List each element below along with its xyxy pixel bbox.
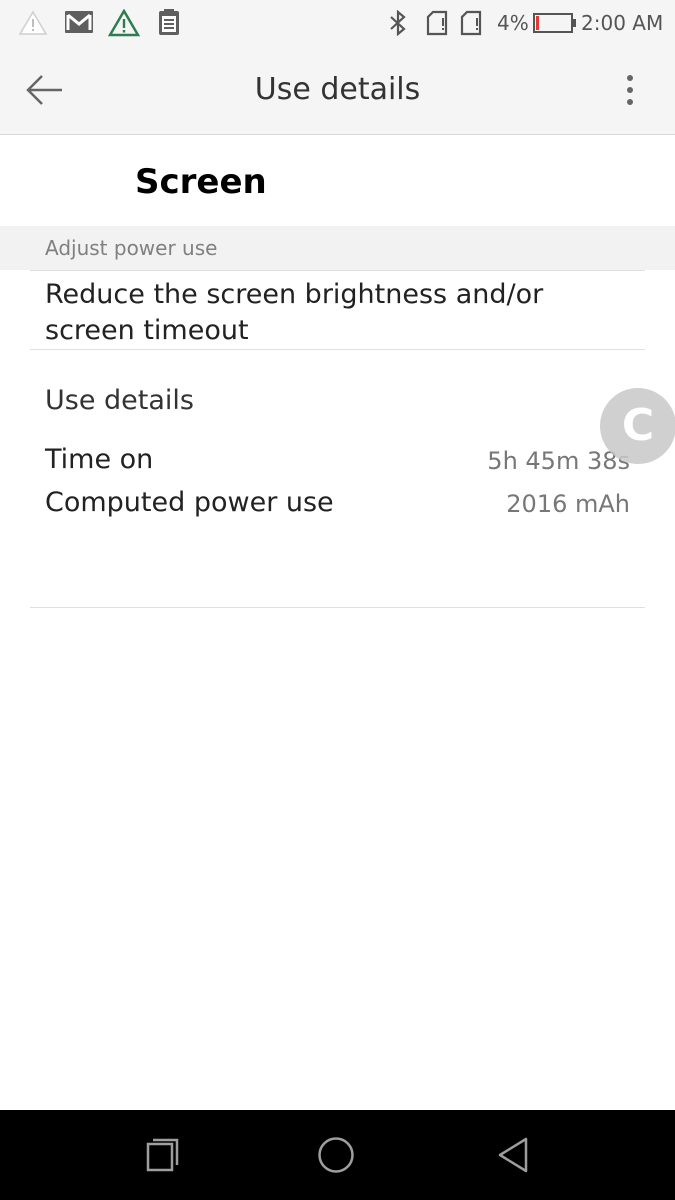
warning-triangle-icon (108, 9, 140, 37)
more-options-icon[interactable] (614, 72, 646, 108)
recent-apps-icon[interactable] (143, 1135, 183, 1175)
clock: 2:00 AM (581, 11, 664, 35)
divider (30, 349, 645, 350)
advice-item[interactable]: Reduce the screen brightness and/or scre… (45, 277, 605, 349)
navigation-bar (0, 1110, 675, 1200)
app-name: Screen (135, 162, 267, 202)
computed-power-value: 2016 mAh (506, 490, 630, 518)
home-icon[interactable] (316, 1135, 356, 1175)
gmail-icon (65, 11, 93, 33)
page-title: Use details (254, 72, 421, 107)
sim-card-1-icon (426, 10, 448, 36)
section-header: Adjust power use (0, 226, 675, 270)
clipboard-icon (159, 9, 179, 35)
battery-icon (533, 13, 576, 33)
bluetooth-icon (390, 10, 406, 36)
use-details-label: Use details (45, 385, 194, 416)
alert-icon (18, 10, 48, 35)
computed-power-label: Computed power use (45, 487, 334, 518)
battery-percent: 4% (497, 11, 529, 35)
app-bar: Use details (0, 46, 675, 135)
floating-assistant-button[interactable]: C (600, 388, 675, 464)
divider (30, 607, 645, 608)
sim-card-2-icon (460, 10, 482, 36)
time-on-label: Time on (45, 444, 154, 475)
section-header-label: Adjust power use (45, 236, 218, 260)
back-nav-icon[interactable] (494, 1135, 534, 1175)
divider (30, 270, 645, 271)
status-bar: 4% 2:00 AM (0, 0, 675, 46)
